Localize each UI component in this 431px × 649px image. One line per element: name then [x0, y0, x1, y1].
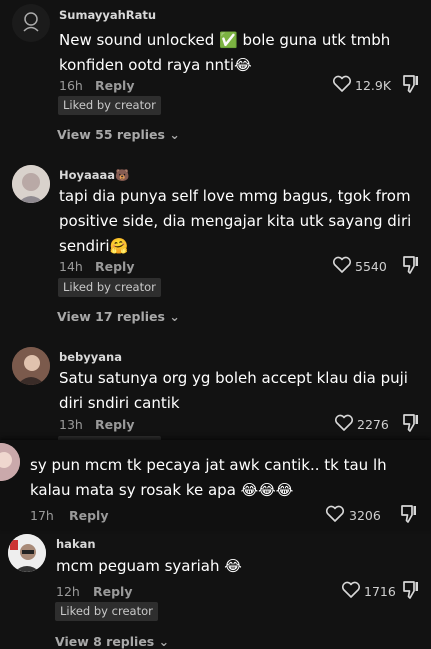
heart-icon[interactable] — [332, 256, 352, 274]
view-replies-button[interactable]: View 55 replies ⌄ — [57, 127, 180, 142]
reply-button[interactable]: Reply — [95, 78, 134, 93]
view-replies-button[interactable]: View 17 replies ⌄ — [57, 309, 180, 324]
avatar[interactable] — [12, 4, 50, 42]
reply-button[interactable]: Reply — [95, 417, 134, 432]
liked-by-creator-badge: Liked by creator — [58, 278, 161, 297]
chevron-down-icon: ⌄ — [169, 127, 180, 142]
heart-icon[interactable] — [332, 75, 352, 93]
username[interactable]: bebyyana — [59, 350, 122, 364]
dislike-icon[interactable] — [400, 504, 418, 524]
view-replies-button[interactable]: View 8 replies ⌄ — [55, 634, 169, 649]
comment-time: 16h — [59, 78, 83, 93]
dislike-icon[interactable] — [402, 413, 420, 433]
username[interactable]: hakan — [56, 537, 96, 551]
avatar[interactable] — [8, 534, 46, 572]
comment-time: 12h — [56, 584, 80, 599]
liked-by-creator-badge: Liked by creator — [58, 96, 161, 115]
heart-icon[interactable] — [334, 414, 354, 432]
reply-button[interactable]: Reply — [93, 584, 132, 599]
comment-text: Satu satunya org yg boleh accept klau di… — [59, 369, 408, 412]
like-count: 2276 — [357, 417, 389, 432]
dislike-icon[interactable] — [402, 580, 420, 600]
like-count: 12.9K — [355, 78, 392, 93]
comment-text: tapi dia punya self love mmg bagus, tgok… — [59, 187, 412, 255]
comment-time: 14h — [59, 259, 83, 274]
liked-by-creator-badge: Liked by creator — [55, 602, 158, 621]
chevron-down-icon: ⌄ — [169, 309, 180, 324]
reply-button[interactable]: Reply — [69, 508, 108, 523]
view-replies-label: View 17 replies — [57, 309, 165, 324]
comment-time: 17h — [30, 508, 54, 523]
comment-text: mcm peguam syariah 😂 — [56, 557, 242, 575]
like-count: 1716 — [364, 584, 396, 599]
reply-button[interactable]: Reply — [95, 259, 134, 274]
view-replies-label: View 55 replies — [57, 127, 165, 142]
like-count: 3206 — [349, 508, 381, 523]
heart-icon[interactable] — [341, 581, 361, 599]
view-replies-label: View 8 replies — [55, 634, 155, 649]
comment-text: New sound unlocked ✅ bole guna utk tmbh … — [59, 31, 391, 74]
username[interactable]: Hoyaaaa🐻 — [59, 168, 129, 182]
comment-text: sy pun mcm tk pecaya jat awk cantik.. tk… — [30, 456, 387, 499]
dislike-icon[interactable] — [402, 255, 420, 275]
chevron-down-icon: ⌄ — [158, 634, 170, 649]
dislike-icon[interactable] — [402, 74, 420, 94]
username[interactable]: SumayyahRatu — [59, 8, 156, 22]
avatar[interactable] — [12, 347, 50, 385]
like-count: 5540 — [355, 259, 387, 274]
comment-time: 13h — [59, 417, 83, 432]
avatar[interactable] — [0, 443, 20, 481]
heart-icon[interactable] — [325, 505, 345, 523]
comment-overlay-panel: sy pun mcm tk pecaya jat awk cantik.. tk… — [0, 440, 431, 530]
avatar[interactable] — [12, 165, 50, 203]
